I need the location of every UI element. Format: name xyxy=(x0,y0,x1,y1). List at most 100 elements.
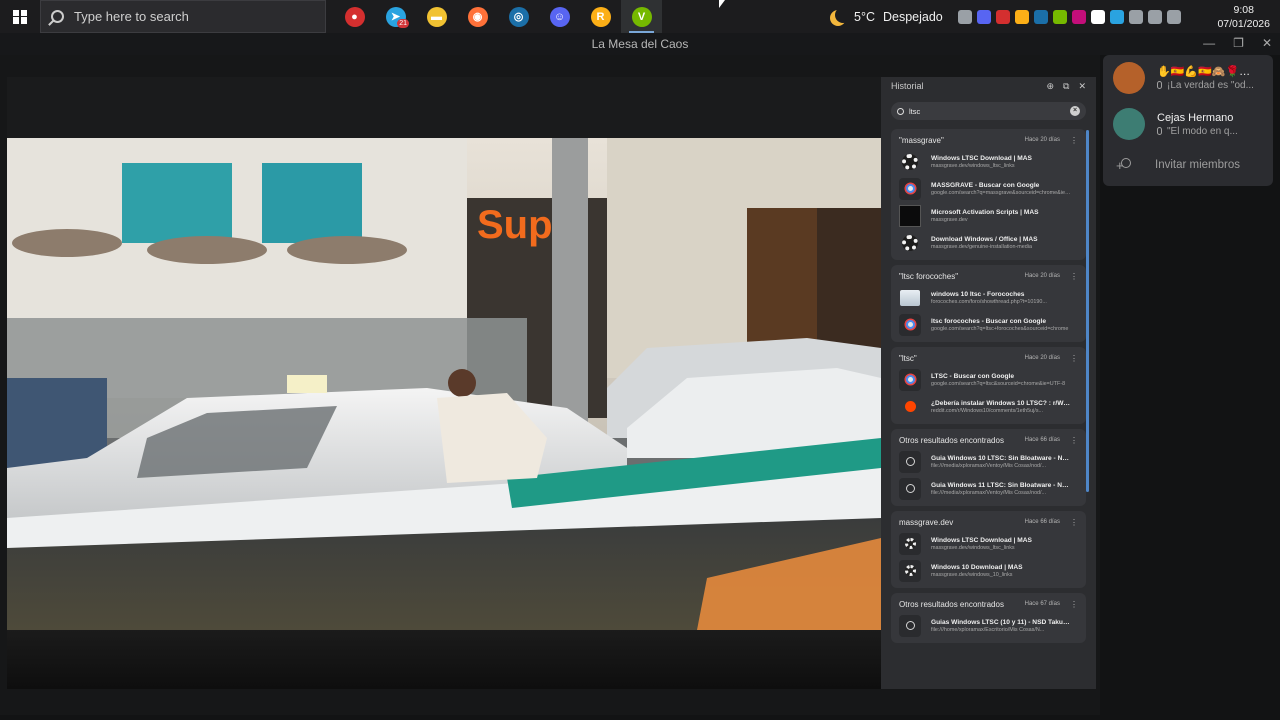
window-title: La Mesa del Caos xyxy=(591,37,689,51)
history-panel: Historial ⊕ ⧉ ✕ × "massgrave" Hace 20 día… xyxy=(881,77,1096,689)
microphone-icon xyxy=(1157,81,1162,89)
history-header: Historial ⊕ ⧉ ✕ xyxy=(881,77,1096,95)
tray-icon[interactable] xyxy=(1091,9,1105,24)
start-button[interactable] xyxy=(0,0,40,33)
close-icon[interactable]: ✕ xyxy=(1078,81,1086,92)
entry-title: Guias Windows LTSC (10 y 11) - NSD TakuO… xyxy=(931,618,1071,626)
group-time: Hace 20 días xyxy=(1024,273,1060,279)
reddit-favicon-icon xyxy=(899,396,921,418)
tray-icon[interactable] xyxy=(1034,9,1048,24)
history-group-header: "massgrave" Hace 20 días ⋮ xyxy=(891,132,1086,148)
taskbar-app[interactable]: V xyxy=(621,0,662,33)
history-entry[interactable]: windows 10 ltsc - Forocoches forocoches.c… xyxy=(891,284,1086,311)
history-entry[interactable]: Windows LTSC Download | MAS massgrave.dev… xyxy=(891,530,1086,557)
tray-icon[interactable] xyxy=(977,9,991,24)
entry-title: LTSC - Buscar con Google xyxy=(931,372,1015,380)
system-tray xyxy=(958,0,1181,33)
history-group-header: Otros resultados encontrados Hace 66 días… xyxy=(891,432,1086,448)
history-entry[interactable]: ltsc forocoches - Buscar con Google googl… xyxy=(891,311,1086,338)
tray-icon[interactable] xyxy=(958,9,972,24)
pin-icon[interactable]: ⊕ xyxy=(1046,81,1054,92)
group-time: Hace 66 días xyxy=(1024,437,1060,443)
history-search[interactable]: × xyxy=(891,102,1086,120)
group-title: Otros resultados encontrados xyxy=(899,435,1004,445)
voice-member[interactable]: ✋🇪🇸💪🇪🇸🙈🌹… ¡La verdad es "od... xyxy=(1103,55,1273,101)
globe-favicon-icon xyxy=(899,450,921,473)
voice-member[interactable]: Cejas Hermano "El modo en q... xyxy=(1103,101,1273,147)
more-options-icon[interactable]: ⋮ xyxy=(1070,354,1078,363)
member-name: ✋🇪🇸💪🇪🇸🙈🌹… xyxy=(1157,66,1251,78)
more-options-icon[interactable]: ⋮ xyxy=(1070,436,1078,445)
entry-url: massgrave.dev/windows_ltsc_links xyxy=(931,544,1015,551)
history-search-input[interactable] xyxy=(909,106,1065,116)
history-group-header: "ltsc" Hace 20 días ⋮ xyxy=(891,350,1086,366)
history-group: Otros resultados encontrados Hace 67 días… xyxy=(891,593,1086,643)
restore-button[interactable]: ❐ xyxy=(1233,36,1244,50)
taskbar-app[interactable]: ☺ xyxy=(539,0,580,33)
history-entry[interactable]: Guias Windows LTSC (10 y 11) - NSD TakuO… xyxy=(891,612,1086,639)
taskbar-app[interactable]: R xyxy=(580,0,621,33)
globe-favicon-icon xyxy=(899,614,921,637)
taskbar-app[interactable]: ◎ xyxy=(498,0,539,33)
tray-icon[interactable] xyxy=(1148,9,1162,24)
video-frame[interactable]: Supe xyxy=(7,138,881,630)
history-group: "ltsc" Hace 20 días ⋮ LTSC - Buscar con Goo… xyxy=(891,347,1086,424)
member-status: ¡La verdad es "od... xyxy=(1157,80,1267,91)
more-options-icon[interactable]: ⋮ xyxy=(1070,136,1078,145)
tray-icon[interactable] xyxy=(1129,9,1143,24)
stream-viewer[interactable]: Supe xyxy=(7,77,881,689)
gear-favicon-icon xyxy=(899,559,921,582)
taskbar-app[interactable]: ▬ xyxy=(416,0,457,33)
search-icon xyxy=(51,10,64,23)
history-scrollbar[interactable] xyxy=(1086,130,1089,492)
taskbar-clock[interactable]: 9:08 07/01/2026 xyxy=(1217,3,1270,31)
entry-url: file:///home/xploramax/Escritorio/Mis Co… xyxy=(931,626,1045,633)
history-group-header: Otros resultados encontrados Hace 67 días… xyxy=(891,596,1086,612)
window-title-bar[interactable]: La Mesa del Caos xyxy=(0,33,1280,55)
taskbar-search[interactable] xyxy=(40,0,326,33)
more-options-icon[interactable]: ⋮ xyxy=(1070,272,1078,281)
group-time: Hace 66 días xyxy=(1024,519,1060,525)
invite-members-button[interactable]: Invitar miembros xyxy=(1103,147,1273,183)
more-options-icon[interactable]: ⋮ xyxy=(1070,600,1078,609)
history-entry[interactable]: Guia Windows 11 LTSC: Sin Bloatware - NS… xyxy=(891,475,1086,502)
history-entry[interactable]: MASSGRAVE - Buscar con Google google.com/… xyxy=(891,175,1086,202)
taskbar-app[interactable]: ◉ xyxy=(457,0,498,33)
history-entry[interactable]: Microsoft Activation Scripts | MAS massgr… xyxy=(891,202,1086,229)
avatar xyxy=(1113,108,1145,140)
tray-icon[interactable] xyxy=(1015,9,1029,24)
entry-title: Windows LTSC Download | MAS xyxy=(931,154,1032,162)
history-group: Otros resultados encontrados Hace 66 días… xyxy=(891,429,1086,506)
history-group: "massgrave" Hace 20 días ⋮ Windows LTSC Dow… xyxy=(891,129,1086,260)
tray-icon[interactable] xyxy=(1072,9,1086,24)
taskbar-search-input[interactable] xyxy=(74,9,304,24)
more-options-icon[interactable]: ⋮ xyxy=(1070,518,1078,527)
history-entry[interactable]: Download Windows / Office | MAS massgrave… xyxy=(891,229,1086,256)
group-title: "ltsc" xyxy=(899,353,917,363)
history-entry[interactable]: LTSC - Buscar con Google google.com/searc… xyxy=(891,366,1086,393)
taskbar-app[interactable]: ● xyxy=(334,0,375,33)
clock-date: 07/01/2026 xyxy=(1217,18,1270,30)
tray-icon[interactable] xyxy=(1167,9,1181,24)
steam-icon: ◎ xyxy=(508,6,529,27)
tray-icon[interactable] xyxy=(996,9,1010,24)
group-time: Hace 20 días xyxy=(1024,137,1060,143)
clear-search-icon[interactable]: × xyxy=(1070,106,1080,116)
chrome-favicon-icon xyxy=(899,177,921,200)
screen-recorder-icon: ● xyxy=(344,6,365,27)
weather-widget[interactable]: 5°C Despejado xyxy=(830,0,943,33)
history-results: "massgrave" Hace 20 días ⋮ Windows LTSC Dow… xyxy=(891,129,1086,648)
tray-icon[interactable] xyxy=(1053,9,1067,24)
history-entry[interactable]: ¿Debería instalar Windows 10 LTSC? : r/W… xyxy=(891,393,1086,420)
close-button[interactable]: ✕ xyxy=(1262,36,1272,50)
taskbar-app[interactable]: ➤ 21 xyxy=(375,0,416,33)
minimize-button[interactable]: — xyxy=(1203,36,1215,50)
history-entry[interactable]: Guia Windows 10 LTSC: Sin Bloatware - NS… xyxy=(891,448,1086,475)
weather-condition: Despejado xyxy=(882,9,943,24)
tray-icon[interactable] xyxy=(1110,9,1124,24)
entry-url: google.com/search?q=ltsc&sourceid=chrome… xyxy=(931,380,1066,387)
history-entry[interactable]: Windows 10 Download | MAS massgrave.dev/w… xyxy=(891,557,1086,584)
history-group: massgrave.dev Hace 66 días ⋮ Windows LTSC D… xyxy=(891,511,1086,588)
popout-icon[interactable]: ⧉ xyxy=(1063,81,1069,92)
history-entry[interactable]: Windows LTSC Download | MAS massgrave.dev… xyxy=(891,148,1086,175)
